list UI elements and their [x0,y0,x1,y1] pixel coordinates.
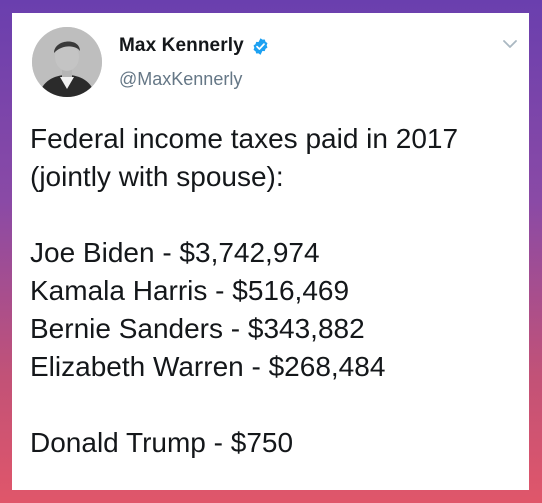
tax-entry-sanders: Bernie Sanders - $343,882 [30,313,365,344]
author-handle[interactable]: @MaxKennerly [119,69,242,90]
tweet-intro-line: Federal income taxes paid in 2017 [30,123,459,154]
tweet-card: Max Kennerly @MaxKennerly Federal income… [12,13,529,490]
profile-photo [32,27,102,97]
tax-entry-biden: Joe Biden - $3,742,974 [30,237,320,268]
tax-entry-trump: Donald Trump - $750 [30,427,294,458]
tax-entry-harris: Kamala Harris - $516,469 [30,275,350,306]
avatar[interactable] [32,27,102,97]
tax-entry-warren: Elizabeth Warren - $268,484 [30,351,386,382]
verified-badge-icon [253,37,268,55]
chevron-down-icon[interactable] [501,37,519,51]
author-display-name[interactable]: Max Kennerly [119,35,244,57]
tweet-intro-line: (jointly with spouse): [30,161,284,192]
author-name-row: Max Kennerly [119,35,270,57]
tweet-text: Federal income taxes paid in 2017 (joint… [30,120,520,462]
